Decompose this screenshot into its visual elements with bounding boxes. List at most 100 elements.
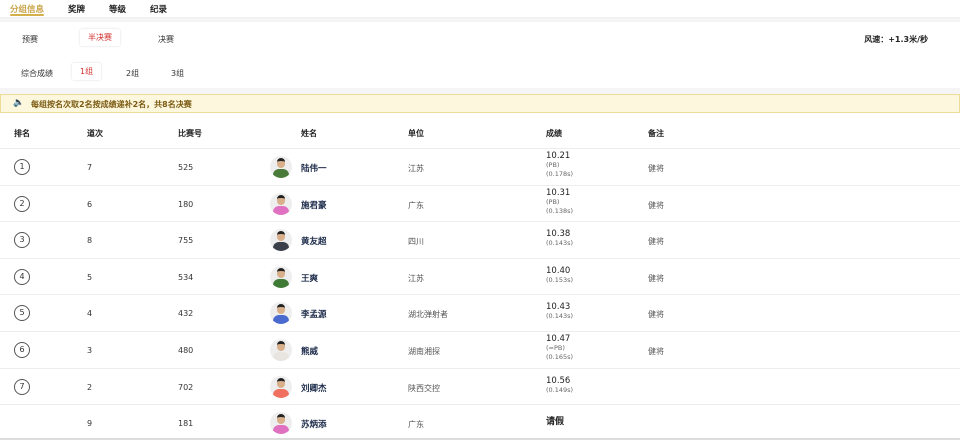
- lane: 9: [87, 419, 93, 429]
- mark: 10.38: [546, 229, 571, 240]
- unit: 江苏: [408, 273, 424, 283]
- status-text: 请假: [546, 417, 565, 428]
- rank-badge: 1: [14, 159, 30, 175]
- reaction-time: (0.178s): [546, 170, 574, 178]
- bib: 432: [178, 309, 194, 319]
- header-unit: 单位: [408, 129, 424, 138]
- athlete-avatar: [270, 192, 292, 215]
- note: 健将: [648, 164, 664, 173]
- round-tab-final[interactable]: 决赛: [150, 31, 182, 48]
- notice-text: 每组按名次取2名按成绩递补2名，共8名决赛: [31, 100, 192, 109]
- group-tabs: 综合成绩 1组 2组 3组: [0, 56, 960, 88]
- athlete-name[interactable]: 李孟源: [301, 308, 327, 320]
- mark: 10.31: [546, 187, 571, 198]
- bib: 755: [178, 236, 194, 246]
- table-row[interactable]: 2 6 180 施君豪 广东 10.31 (PB) (0.138s) 健将: [0, 184, 960, 222]
- lane: 8: [87, 236, 93, 246]
- pb-tag: (PB): [546, 197, 560, 206]
- unit: 广东: [408, 200, 424, 210]
- athlete-avatar: [270, 302, 292, 325]
- rank-badge: 3: [14, 232, 30, 249]
- tab-levels[interactable]: 等级: [109, 3, 126, 15]
- unit: 湖南湘探: [408, 347, 440, 356]
- table-row[interactable]: 4 5 534 王爽 江苏 10.40 (0.153s) 健将: [0, 257, 960, 295]
- group-tab-overall[interactable]: 综合成绩: [13, 65, 61, 82]
- table-row[interactable]: 3 8 755 黄友超 四川 10.38 (0.143s) 健将: [0, 221, 960, 258]
- reaction-time: (0.143s): [546, 239, 574, 248]
- athlete-avatar: [270, 229, 292, 252]
- bib: 180: [178, 199, 194, 209]
- reaction-time: (0.149s): [546, 385, 574, 394]
- reaction-time: (0.143s): [546, 312, 574, 321]
- tab-records[interactable]: 纪录: [150, 3, 167, 15]
- header-note: 备注: [648, 129, 664, 138]
- table-row[interactable]: 1 7 525 陆伟一 江苏 10.21 (PB) (0.178s) 健将: [0, 148, 960, 185]
- header-name: 姓名: [301, 129, 317, 138]
- round-tabs: 预赛 半决赛 决赛 风速：+1.3米/秒: [0, 22, 960, 56]
- unit: 湖北弹射者: [408, 310, 448, 320]
- bib: 534: [178, 272, 194, 282]
- rank-badge: 6: [14, 342, 30, 358]
- header-bib: 比赛号: [178, 129, 202, 138]
- mark: 10.40: [546, 265, 571, 276]
- unit: 广东: [408, 420, 424, 430]
- table-row[interactable]: 7 2 702 刘卿杰 陕西交控 10.56 (0.149s): [0, 367, 960, 405]
- athlete-avatar: [270, 339, 292, 361]
- mark: 10.43: [546, 302, 571, 313]
- group-tab-1[interactable]: 1组: [72, 63, 102, 80]
- mark-cell: 请假: [546, 408, 564, 427]
- bib: 525: [178, 163, 194, 172]
- wind-speed: 风速：+1.3米/秒: [864, 35, 928, 44]
- athlete-avatar: [270, 156, 292, 178]
- bib: 480: [178, 346, 194, 355]
- note: 健将: [648, 237, 664, 247]
- header-lane: 道次: [87, 129, 103, 138]
- bib: 181: [178, 419, 194, 429]
- note: 健将: [648, 273, 664, 283]
- lane: 3: [87, 346, 93, 355]
- round-tab-semifinal[interactable]: 半决赛: [80, 29, 120, 46]
- table-row[interactable]: 5 4 432 李孟源 湖北弹射者 10.43 (0.143s) 健将: [0, 294, 960, 331]
- group-tab-3[interactable]: 3组: [163, 65, 192, 82]
- notice-bar: 🔈 每组按名次取2名按成绩递补2名，共8名决赛: [0, 94, 960, 113]
- athlete-avatar: [270, 265, 292, 288]
- tab-medals[interactable]: 奖牌: [68, 3, 85, 15]
- table-row[interactable]: 9 181 苏炳添 广东 请假: [0, 404, 960, 441]
- unit: 陕西交控: [408, 383, 440, 393]
- round-tab-heats[interactable]: 预赛: [14, 31, 46, 48]
- mark: 10.47: [546, 334, 571, 344]
- lane: 5: [87, 272, 93, 282]
- lane: 4: [87, 309, 93, 319]
- top-tabs: 分组信息 奖牌 等级 纪录: [0, 0, 960, 18]
- unit: 江苏: [408, 164, 424, 173]
- note: 健将: [648, 200, 664, 210]
- speaker-icon: 🔈: [13, 98, 25, 108]
- lane: 6: [87, 199, 93, 209]
- reaction-time: (0.153s): [546, 275, 574, 284]
- athlete-name[interactable]: 施君豪: [301, 199, 327, 211]
- athlete-avatar: [270, 375, 292, 398]
- pb-tag: (=PB): [546, 344, 565, 352]
- athlete-avatar: [270, 412, 292, 435]
- athlete-name[interactable]: 苏炳添: [301, 418, 327, 430]
- rank-badge: 2: [14, 195, 30, 212]
- athlete-name[interactable]: 刘卿杰: [301, 382, 327, 394]
- active-tab-underline: [10, 14, 44, 16]
- note: 健将: [648, 347, 664, 356]
- table-row[interactable]: 6 3 480 熊威 湖南湘探 10.47 (=PB) (0.165s) 健将: [0, 331, 960, 368]
- mark-cell: 10.40 (0.153s): [546, 265, 574, 285]
- athlete-name[interactable]: 熊威: [301, 345, 318, 357]
- mark: 10.21: [546, 151, 571, 161]
- athlete-name[interactable]: 陆伟一: [301, 162, 327, 174]
- rank-badge: 4: [14, 268, 30, 285]
- group-tab-2[interactable]: 2组: [118, 65, 147, 82]
- unit: 四川: [408, 237, 424, 247]
- pb-tag: (PB): [546, 161, 560, 169]
- reaction-time: (0.138s): [546, 206, 574, 215]
- athlete-name[interactable]: 王爽: [301, 272, 318, 284]
- mark-cell: 10.38 (0.143s): [546, 230, 573, 248]
- mark-cell: 10.43 (0.143s): [546, 303, 573, 321]
- athlete-name[interactable]: 黄友超: [301, 235, 327, 247]
- bib: 702: [178, 382, 194, 392]
- mark: 10.56: [546, 375, 571, 386]
